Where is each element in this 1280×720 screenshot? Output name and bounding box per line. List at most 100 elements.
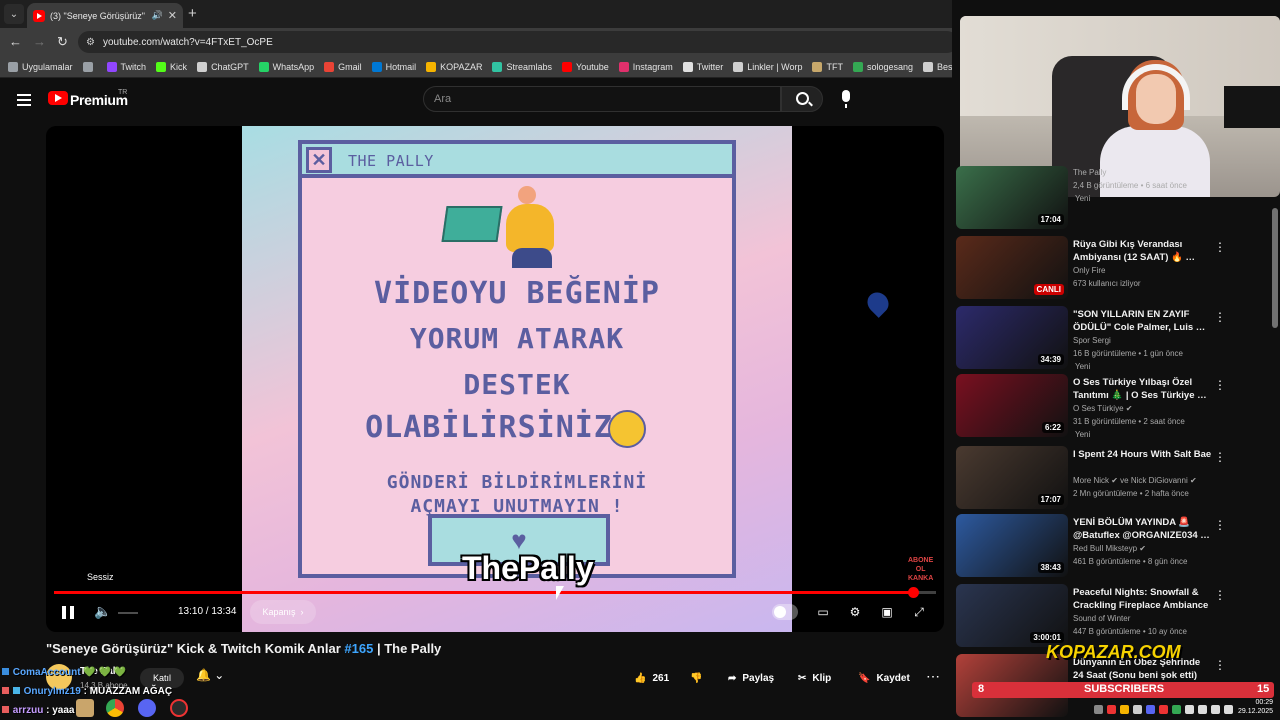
- recommendation-channel[interactable]: Red Bull Mikstеyp ✔: [1073, 544, 1146, 553]
- scrollbar[interactable]: [1272, 208, 1278, 328]
- video-thumbnail[interactable]: 17:07: [956, 446, 1068, 509]
- speaker-icon[interactable]: 🔊: [152, 10, 163, 21]
- recommendation-item[interactable]: CANLI Rüya Gibi Kış Verandası Ambiyansı (…: [956, 236, 1228, 302]
- video-subtitle: ThePally: [462, 550, 594, 586]
- chrome-icon[interactable]: [106, 699, 124, 717]
- theater-mode-icon[interactable]: ▣: [878, 604, 896, 620]
- recommendation-title[interactable]: Peaceful Nights: Snowfall & Crackling Fi…: [1073, 586, 1213, 613]
- more-actions-icon[interactable]: ⋯: [926, 668, 940, 685]
- badge-icon: [2, 668, 9, 675]
- bookmark-item[interactable]: sologesang: [852, 61, 913, 72]
- video-thumbnail[interactable]: 3:00:01: [956, 584, 1068, 647]
- close-tab-icon[interactable]: ✕: [168, 9, 177, 22]
- bookmark-label: TFT: [826, 61, 843, 72]
- recommendation-title[interactable]: YENİ BÖLÜM YAYINDA 🚨 @Batuflex @ORGANIZE…: [1073, 516, 1213, 542]
- bookmark-item[interactable]: Youtube: [562, 61, 609, 72]
- bookmark-item[interactable]: Streamlabs: [492, 61, 552, 72]
- like-button[interactable]: 👍 261: [634, 668, 669, 688]
- join-button[interactable]: Katıl: [140, 668, 184, 688]
- recommendation-channel[interactable]: The Pally: [1073, 168, 1106, 177]
- time-display: 13:10 / 13:34: [178, 606, 237, 617]
- share-button[interactable]: ➦ Paylaş: [728, 668, 774, 688]
- notification-bell-icon[interactable]: 🔔 ⌄: [196, 668, 236, 688]
- bookmark-label: Kick: [170, 61, 188, 72]
- bookmark-item[interactable]: Instagram: [618, 61, 673, 72]
- badge-icon: [12, 687, 20, 694]
- reload-icon[interactable]: ↻: [57, 34, 68, 50]
- kebab-menu-icon[interactable]: ⋮: [1214, 658, 1226, 672]
- obs-icon[interactable]: [170, 699, 188, 717]
- forward-icon[interactable]: →: [33, 34, 46, 49]
- clip-button[interactable]: ✂ Klip: [798, 668, 831, 688]
- search-button[interactable]: [781, 86, 823, 112]
- bookmark-item[interactable]: Twitter: [682, 61, 723, 72]
- back-icon[interactable]: ←: [9, 34, 22, 49]
- video-thumbnail[interactable]: 6:22: [956, 374, 1068, 437]
- bookmark-item[interactable]: TFT: [812, 61, 843, 72]
- settings-icon[interactable]: ⚙: [846, 604, 864, 620]
- recommendation-item[interactable]: 38:43 YENİ BÖLÜM YAYINDA 🚨 @Batuflex @ORG…: [956, 514, 1228, 580]
- tray-icon: [1185, 705, 1194, 714]
- recommendation-title[interactable]: "SON YILLARIN EN ZAYIF ÖDÜLÜ" Cole Palme…: [1073, 308, 1213, 334]
- system-clock[interactable]: 00:29 29.12.2025: [1238, 698, 1273, 716]
- bookmark-item[interactable]: Hotmail: [371, 61, 416, 72]
- recommendation-title[interactable]: O Ses Türkiye Yılbaşı Özel Tanıtımı 🎄 | …: [1073, 376, 1213, 402]
- bookmark-item[interactable]: KOPAZAR: [426, 61, 482, 72]
- progress-bar[interactable]: [54, 587, 936, 598]
- recommendation-channel[interactable]: Spor Sergi: [1073, 336, 1111, 345]
- autoplay-toggle[interactable]: [772, 604, 798, 620]
- kebab-menu-icon[interactable]: ⋮: [1214, 240, 1226, 254]
- volume-icon[interactable]: 🔈: [94, 603, 111, 620]
- kebab-menu-icon[interactable]: ⋮: [1214, 518, 1226, 532]
- browser-tab[interactable]: (3) "Seneye Görüşürüz" Kick 🔊 ✕: [27, 3, 183, 28]
- voice-search-icon[interactable]: [842, 90, 850, 108]
- video-thumbnail[interactable]: 34:39: [956, 306, 1068, 369]
- recommendation-channel[interactable]: More Nick ✔ ve Nick DiGiovanni ✔: [1073, 476, 1197, 485]
- new-tab-icon[interactable]: +: [188, 5, 197, 22]
- menu-icon[interactable]: [17, 94, 31, 106]
- bookmark-item[interactable]: Linkler | Worp: [733, 61, 802, 72]
- volume-slider[interactable]: [118, 612, 138, 614]
- bookmark-item[interactable]: Uygulamalar: [8, 61, 73, 72]
- video-thumbnail[interactable]: 38:43: [956, 514, 1068, 577]
- bookmark-item[interactable]: Kick: [156, 61, 188, 72]
- kebab-menu-icon[interactable]: ⋮: [1214, 378, 1226, 392]
- bookmark-item[interactable]: Gmail: [324, 61, 362, 72]
- site-info-icon[interactable]: ⚙: [86, 37, 95, 48]
- video-hashtag[interactable]: #165: [344, 641, 373, 656]
- bookmark-item[interactable]: [82, 61, 97, 72]
- recommendation-title[interactable]: Rüya Gibi Kış Verandası Ambiyansı (12 SA…: [1073, 238, 1213, 264]
- recommendation-item[interactable]: 17:07 I Spent 24 Hours With Salt Bae More …: [956, 446, 1228, 512]
- speaker-icon: [1224, 705, 1233, 714]
- pause-button[interactable]: [62, 606, 74, 619]
- chapter-button[interactable]: Kapanış ›: [250, 600, 316, 624]
- fullscreen-icon[interactable]: ⤢: [910, 604, 928, 620]
- kebab-menu-icon[interactable]: ⋮: [1214, 310, 1226, 324]
- video-thumbnail[interactable]: 17:04: [956, 166, 1068, 229]
- youtube-logo-icon[interactable]: [48, 91, 68, 105]
- bookmark-item[interactable]: ChatGPT: [197, 61, 249, 72]
- subtitles-icon[interactable]: ▭: [814, 604, 832, 620]
- video-thumbnail[interactable]: CANLI: [956, 236, 1068, 299]
- recommendation-title[interactable]: I Spent 24 Hours With Salt Bae: [1073, 448, 1213, 461]
- recommendation-item[interactable]: 6:22 O Ses Türkiye Yılbaşı Özel Tanıtımı …: [956, 374, 1228, 440]
- progress-scrubber[interactable]: [908, 587, 920, 598]
- address-bar[interactable]: ⚙ youtube.com/watch?v=4FTxET_OcPE: [78, 31, 958, 53]
- dislike-button[interactable]: 👎: [690, 668, 702, 688]
- kebab-menu-icon[interactable]: ⋮: [1214, 450, 1226, 464]
- recommendation-channel[interactable]: O Ses Türkiye ✔: [1073, 404, 1132, 413]
- recommendation-item[interactable]: 34:39 "SON YILLARIN EN ZAYIF ÖDÜLÜ" Cole …: [956, 306, 1228, 372]
- search-input[interactable]: Ara: [423, 86, 781, 112]
- tab-search-button[interactable]: ⌄: [4, 4, 24, 24]
- bookmark-item[interactable]: WhatsApp: [258, 61, 314, 72]
- recommendation-channel[interactable]: Sound of Winter: [1073, 614, 1130, 623]
- save-button[interactable]: 🔖 Kaydet: [858, 668, 910, 688]
- kebab-menu-icon[interactable]: ⋮: [1214, 588, 1226, 602]
- recommendation-item[interactable]: 17:04 The Pally 2,4 B görüntüleme • 6 saat…: [956, 166, 1228, 232]
- bookmark-item[interactable]: Twitch: [106, 61, 147, 72]
- recommendation-channel[interactable]: Only Fire: [1073, 266, 1105, 275]
- discord-icon[interactable]: [138, 699, 156, 717]
- file-explorer-icon[interactable]: [76, 699, 94, 717]
- bookmark-label: Twitch: [120, 61, 147, 72]
- recommendation-item[interactable]: 3:00:01 Peaceful Nights: Snowfall & Crack…: [956, 584, 1228, 650]
